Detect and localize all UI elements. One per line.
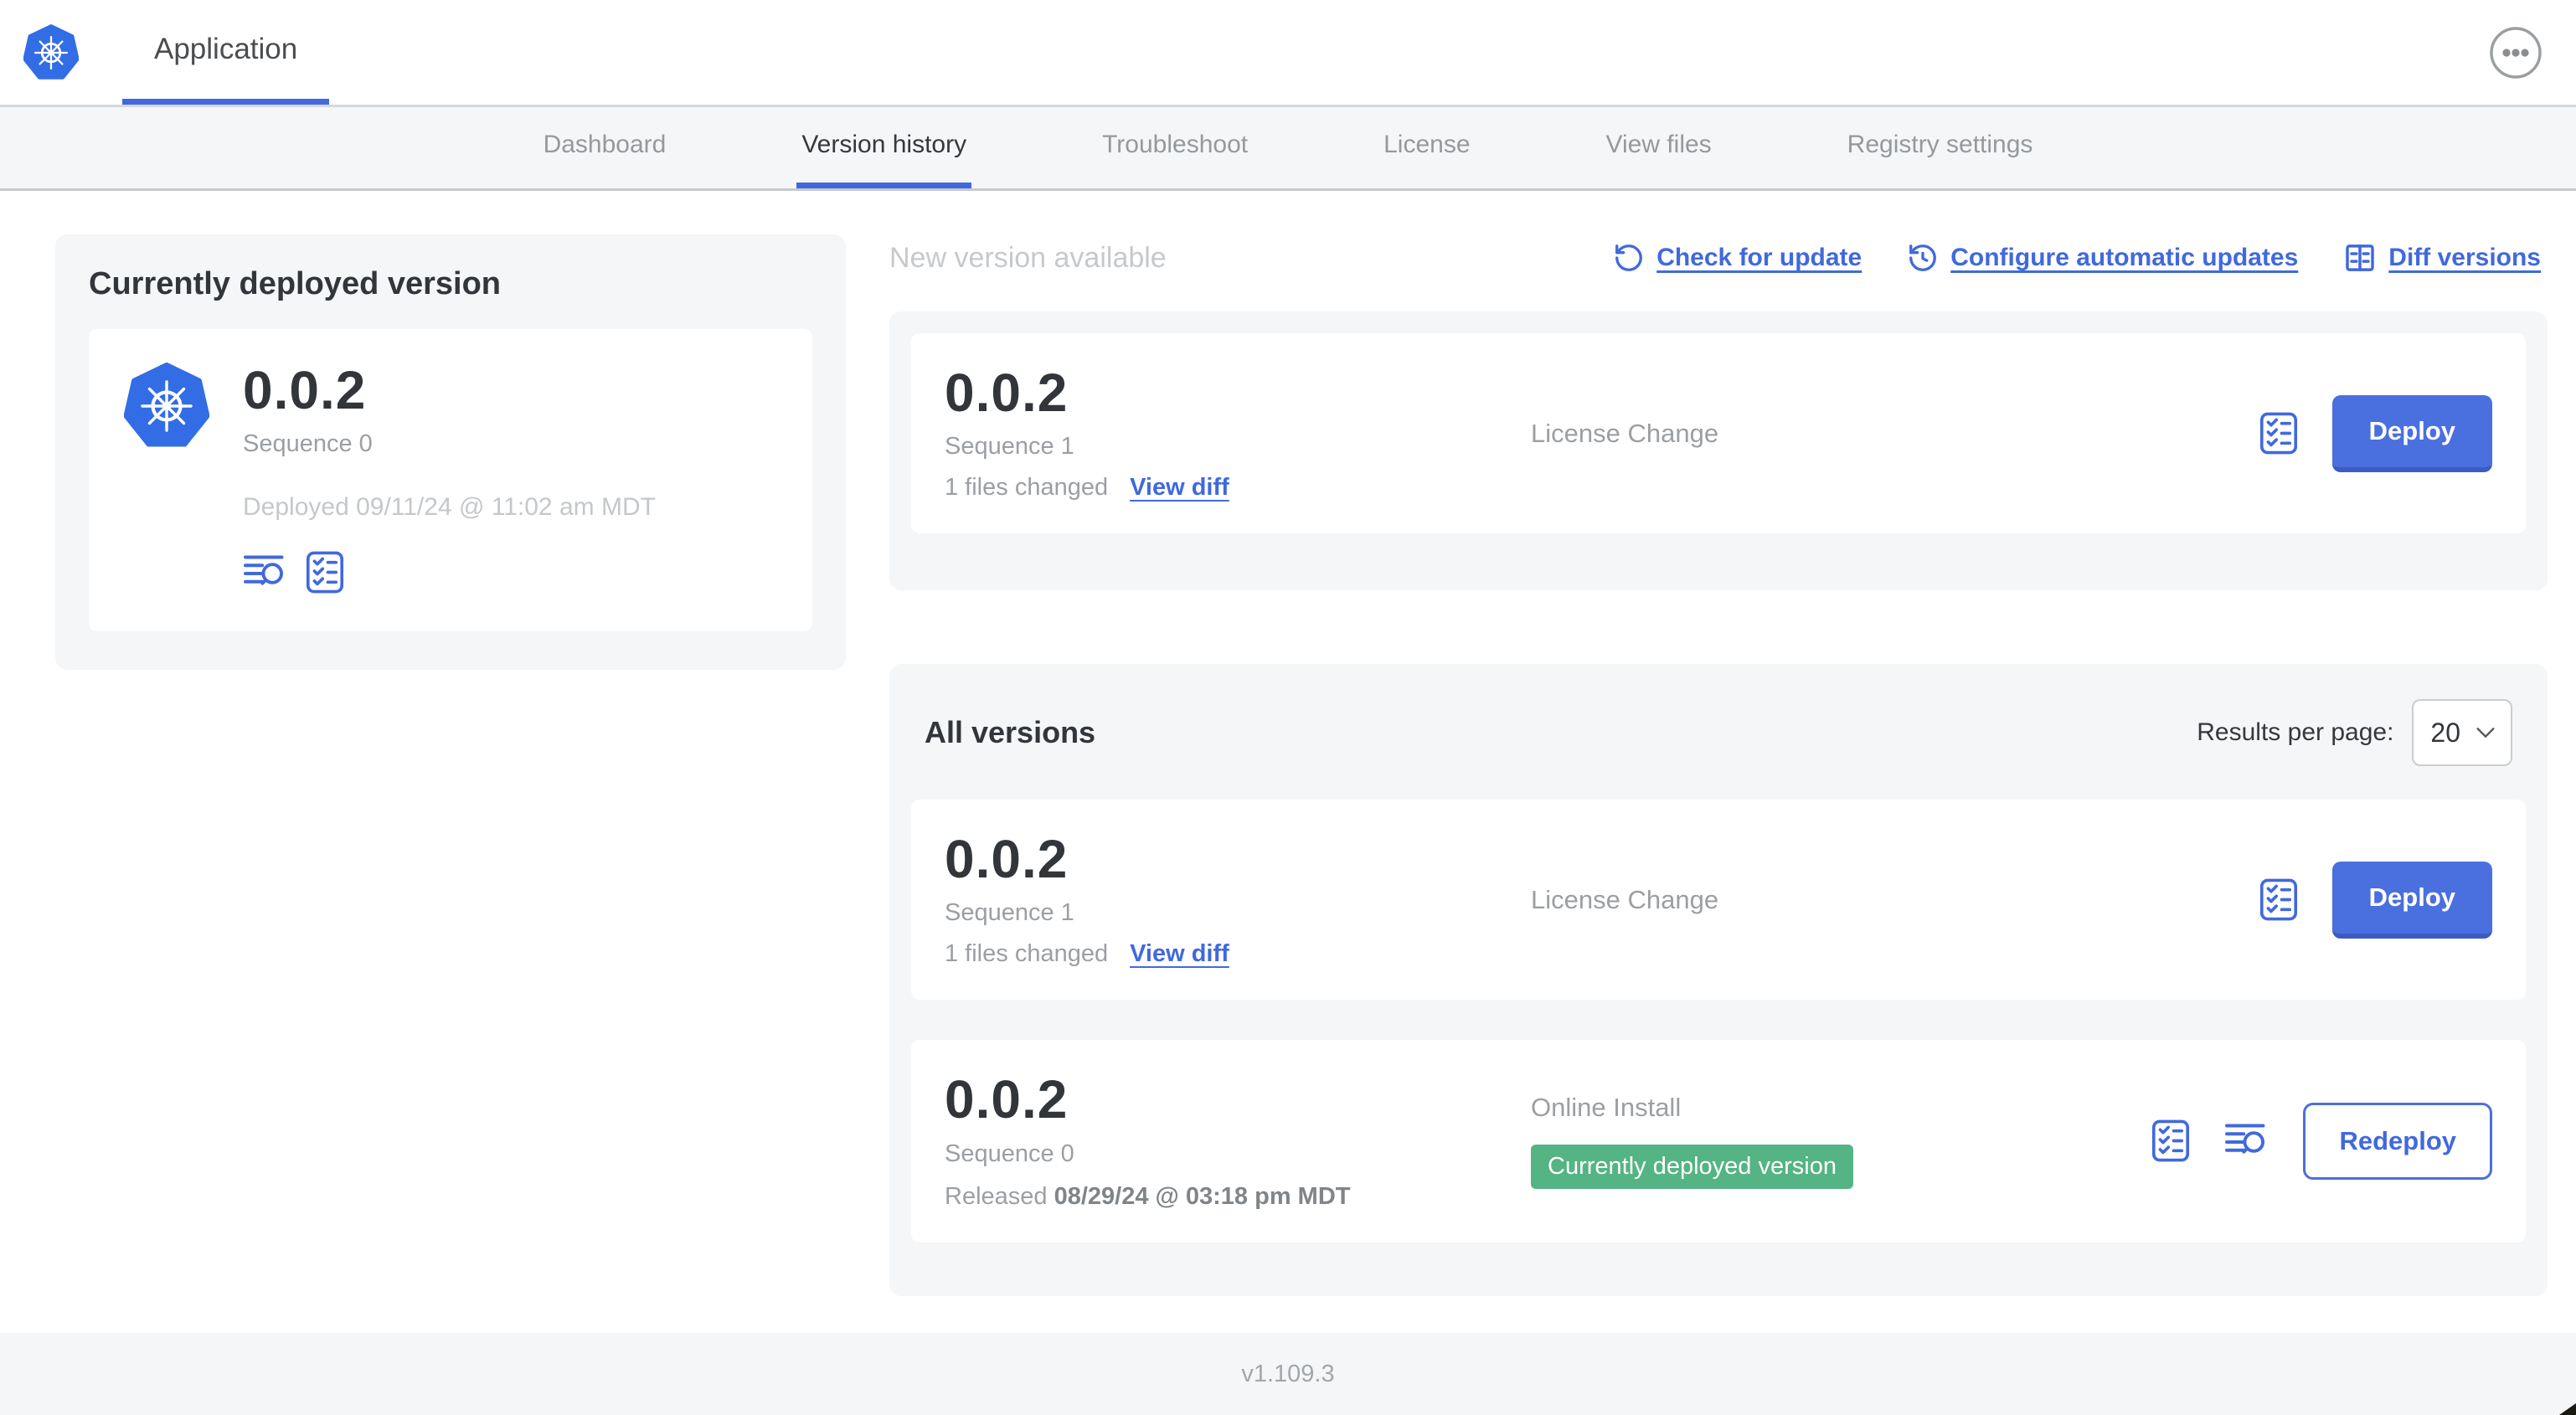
- preflight-checks-button[interactable]: [2259, 411, 2299, 455]
- preflight-checks-button[interactable]: [2151, 1119, 2191, 1163]
- deploy-button[interactable]: Deploy: [2331, 394, 2492, 472]
- check-for-update-link[interactable]: Check for update: [1613, 242, 1862, 274]
- files-changed: 1 files changed: [945, 940, 1109, 968]
- deploy-button[interactable]: Deploy: [2331, 861, 2492, 939]
- configure-automatic-updates-link[interactable]: Configure automatic updates: [1907, 242, 2298, 274]
- versions-column: New version available Check for update C…: [889, 234, 2548, 1296]
- new-version-card: 0.0.2 Sequence 1 1 files changed View di…: [911, 333, 2526, 534]
- view-diff-link[interactable]: View diff: [1130, 474, 1229, 502]
- app-title: Application: [154, 33, 298, 65]
- kubernetes-logo-icon: [23, 23, 79, 81]
- app-subnav: Dashboard Version history Troubleshoot L…: [0, 107, 2576, 191]
- new-version-title: New version available: [889, 241, 1167, 274]
- tab-troubleshoot[interactable]: Troubleshoot: [1097, 107, 1253, 188]
- view-diff-link[interactable]: View diff: [1130, 940, 1229, 968]
- version-row: 0.0.2 Sequence 0 Released 08/29/24 @ 03:…: [911, 1040, 2526, 1243]
- all-versions-title: All versions: [925, 715, 1096, 750]
- version-number: 0.0.2: [945, 363, 1069, 423]
- version-source: Online Install: [1531, 1093, 1682, 1123]
- kubernetes-logo-icon: [124, 363, 209, 450]
- refresh-icon: [1613, 242, 1645, 274]
- results-per-page-select[interactable]: 20: [2412, 699, 2512, 767]
- view-logs-button[interactable]: [2224, 1122, 2269, 1160]
- preflight-checks-button[interactable]: [2259, 877, 2299, 922]
- redeploy-button[interactable]: Redeploy: [2303, 1102, 2492, 1180]
- tab-version-history[interactable]: Version history: [796, 107, 972, 188]
- results-per-page-label: Results per page:: [2197, 718, 2394, 747]
- version-source: License Change: [1531, 884, 1719, 914]
- checklist-icon: [305, 550, 345, 594]
- currently-deployed-title: Currently deployed version: [89, 266, 502, 301]
- tab-dashboard[interactable]: Dashboard: [538, 107, 672, 188]
- console-version: v1.109.3: [1241, 1360, 1335, 1387]
- released-timestamp: Released 08/29/24 @ 03:18 pm MDT: [945, 1182, 1351, 1210]
- preflight-checks-button[interactable]: [305, 550, 345, 594]
- cursor-artifact: [2559, 1403, 2576, 1415]
- version-sequence: Sequence 1: [945, 899, 1074, 927]
- new-version-panel: 0.0.2 Sequence 1 1 files changed View di…: [889, 311, 2548, 591]
- deployed-timestamp: Deployed 09/11/24 @ 11:02 am MDT: [243, 493, 656, 522]
- version-number: 0.0.2: [945, 829, 1069, 890]
- checklist-icon: [2259, 877, 2299, 922]
- clock-refresh-icon: [1907, 242, 1939, 274]
- logs-icon: [243, 553, 288, 591]
- version-row: 0.0.2 Sequence 1 1 files changed View di…: [911, 800, 2526, 1001]
- deployed-version-number: 0.0.2: [243, 360, 367, 420]
- currently-deployed-badge: Currently deployed version: [1531, 1145, 1853, 1190]
- chevron-down-icon: [2476, 726, 2496, 739]
- currently-deployed-card: 0.0.2 Sequence 0 Deployed 09/11/24 @ 11:…: [89, 329, 812, 632]
- logs-icon: [2224, 1122, 2269, 1160]
- tab-view-files[interactable]: View files: [1601, 107, 1717, 188]
- all-versions-panel: All versions Results per page: 20 0.0.2 …: [889, 664, 2548, 1296]
- app-logo-button[interactable]: [23, 23, 79, 81]
- overflow-menu-button[interactable]: [2489, 25, 2543, 80]
- app-footer: v1.109.3: [0, 1333, 2576, 1415]
- tab-registry-settings[interactable]: Registry settings: [1842, 107, 2038, 188]
- app-header: Application: [0, 0, 2576, 107]
- version-source: License Change: [1531, 418, 1719, 448]
- diff-icon: [2343, 241, 2377, 275]
- currently-deployed-panel: Currently deployed version 0.0.2 Sequenc…: [55, 234, 846, 671]
- tab-license[interactable]: License: [1378, 107, 1475, 188]
- files-changed: 1 files changed: [945, 474, 1109, 502]
- version-sequence: Sequence 1: [945, 433, 1074, 461]
- new-version-header: New version available Check for update C…: [889, 234, 2548, 281]
- ellipsis-icon: [2489, 26, 2543, 80]
- checklist-icon: [2259, 411, 2299, 455]
- version-history-page: Currently deployed version 0.0.2 Sequenc…: [0, 191, 2576, 1333]
- deployed-sequence: Sequence 0: [243, 430, 373, 458]
- version-sequence: Sequence 0: [945, 1140, 1074, 1167]
- view-logs-button[interactable]: [243, 553, 288, 591]
- version-number: 0.0.2: [945, 1069, 1069, 1130]
- checklist-icon: [2151, 1119, 2191, 1163]
- app-tab-application[interactable]: Application: [122, 0, 330, 105]
- diff-versions-link[interactable]: Diff versions: [2343, 241, 2541, 275]
